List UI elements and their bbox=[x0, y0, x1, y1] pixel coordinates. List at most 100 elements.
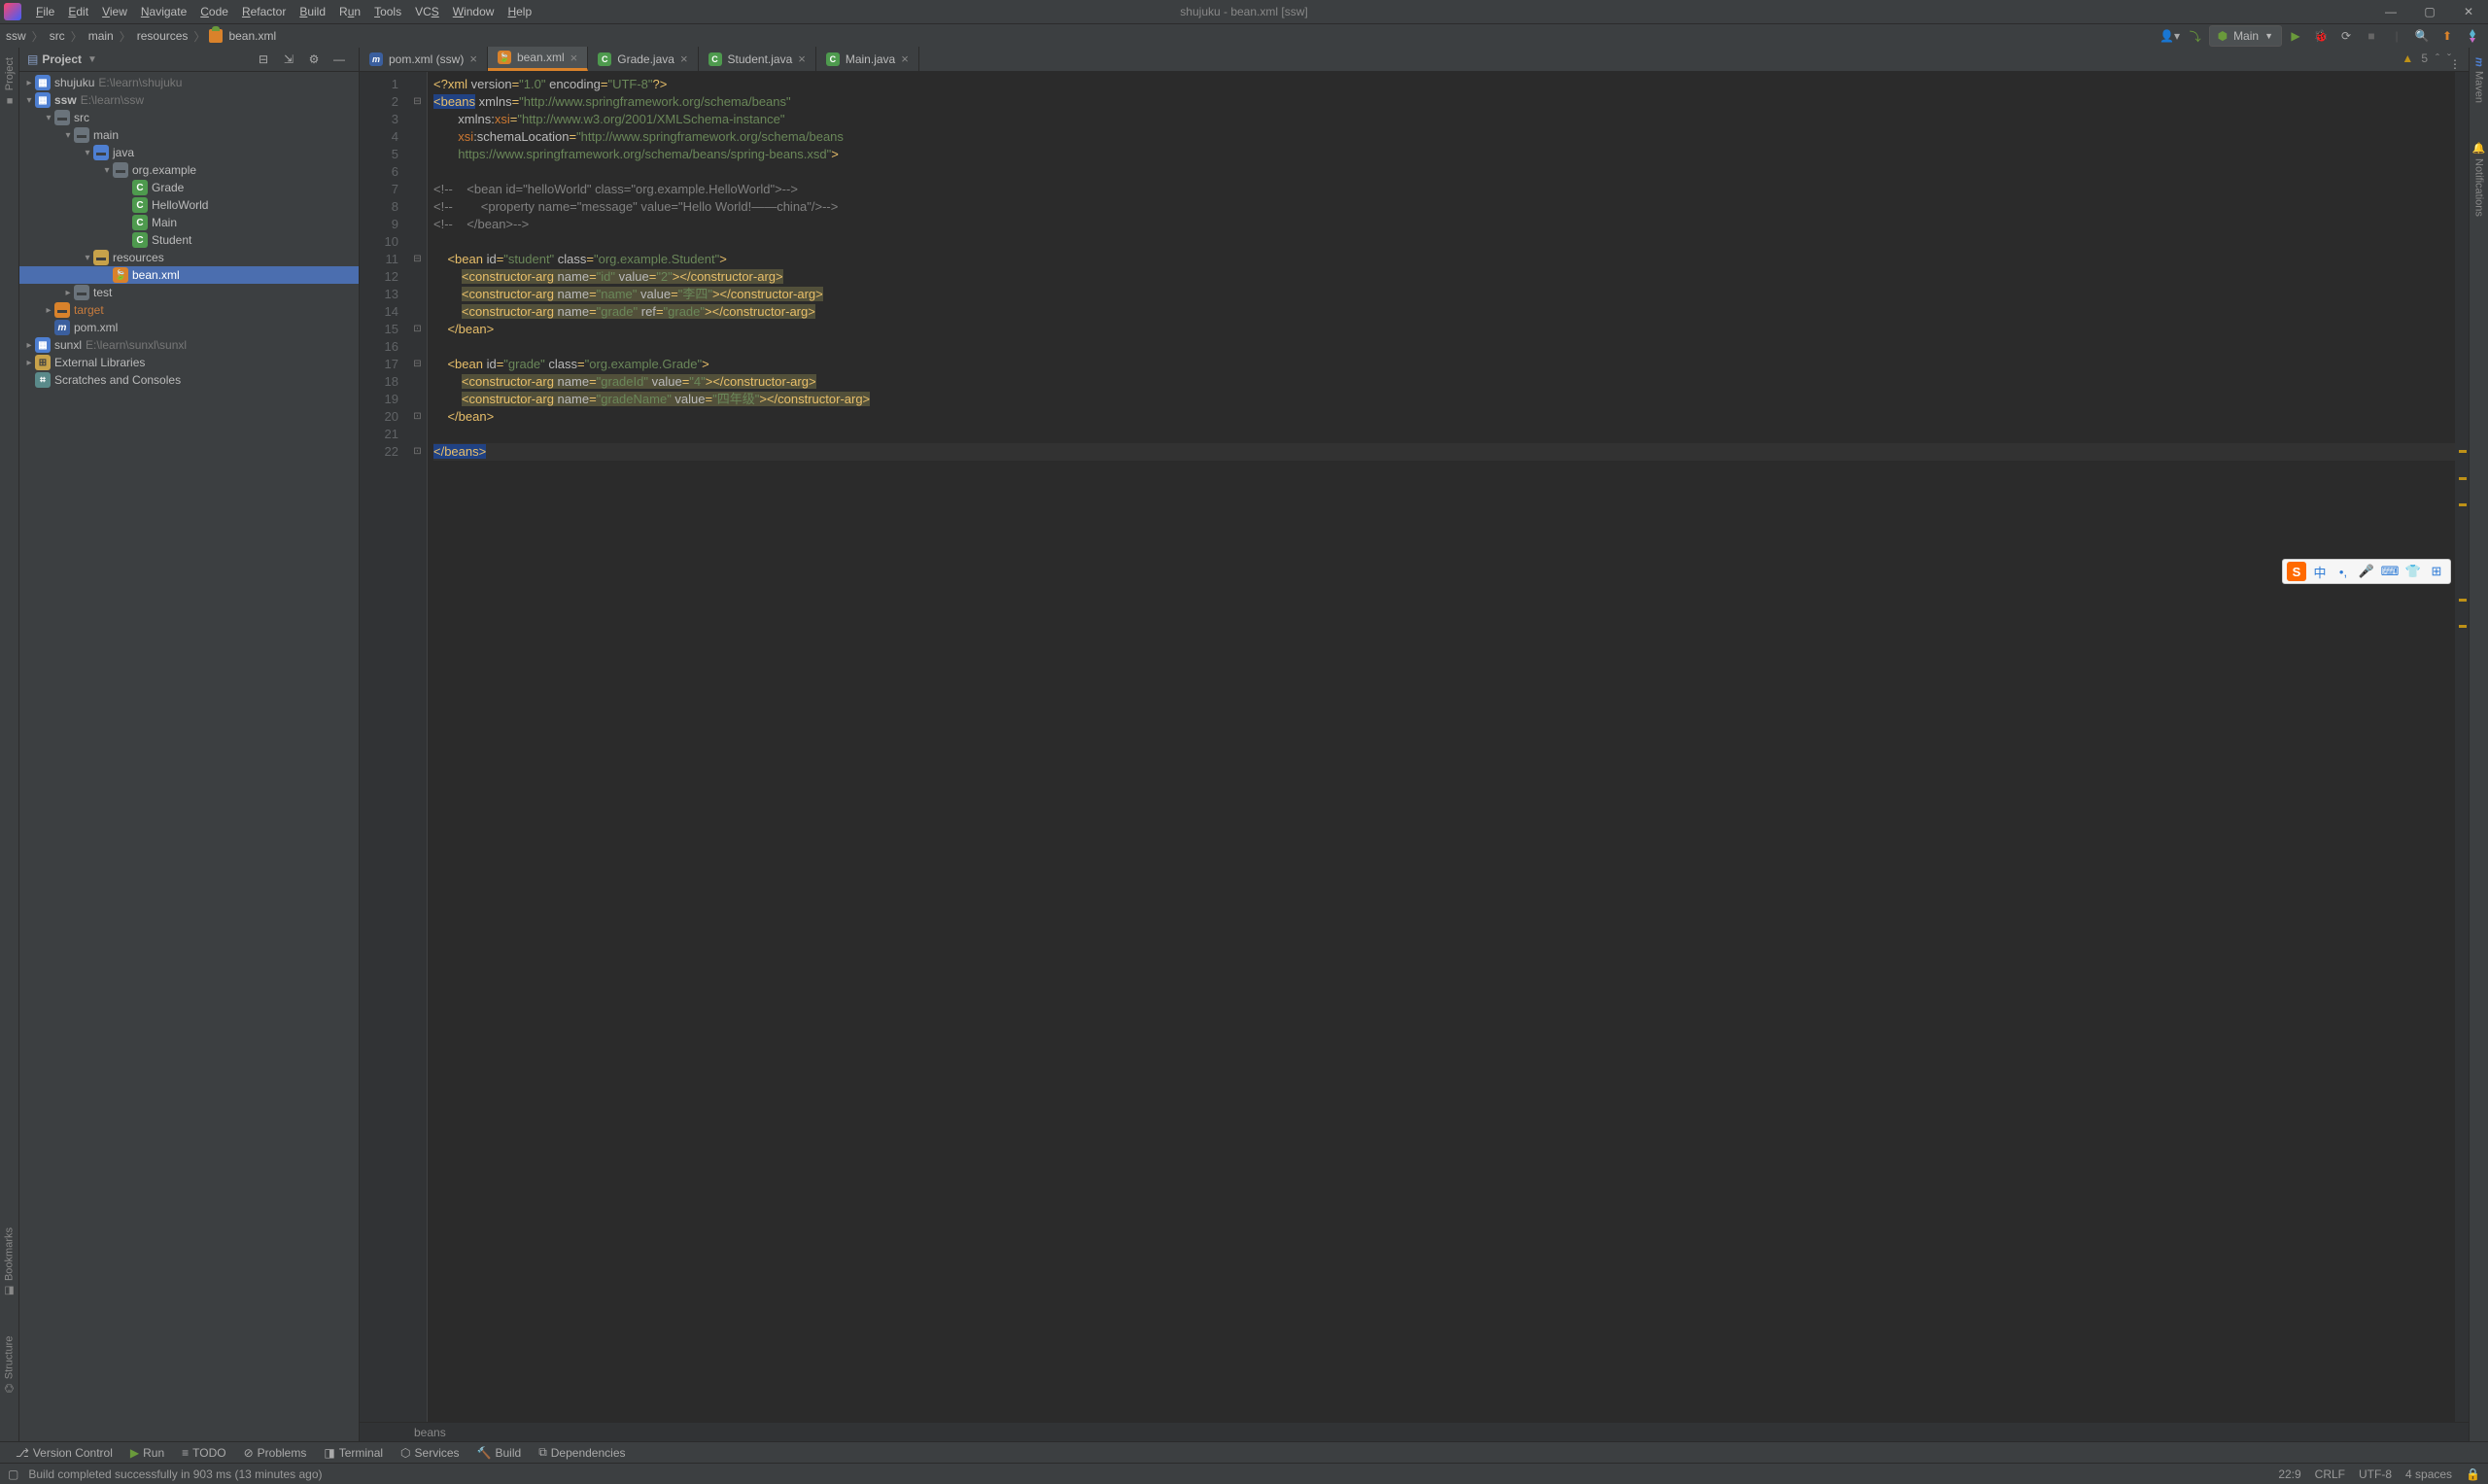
line-separator[interactable]: CRLF bbox=[2315, 1467, 2345, 1481]
minimize-icon[interactable]: — bbox=[2371, 5, 2410, 18]
ime-skin-icon[interactable]: 👕 bbox=[2403, 562, 2423, 581]
breadcrumb[interactable]: bean.xml bbox=[226, 29, 278, 43]
tree-file-pom[interactable]: mpom.xml bbox=[19, 319, 359, 336]
maximize-icon[interactable]: ▢ bbox=[2410, 5, 2449, 18]
line-number-gutter[interactable]: 12345678910111213141516171819202122 bbox=[360, 72, 408, 1422]
tool-problems[interactable]: ⊘Problems bbox=[236, 1446, 315, 1460]
ime-punct-icon[interactable]: •, bbox=[2333, 562, 2353, 581]
close-tab-icon[interactable]: × bbox=[469, 52, 477, 66]
error-stripe[interactable] bbox=[2455, 72, 2469, 1422]
chevron-down-icon[interactable]: ▼ bbox=[87, 54, 97, 65]
tree-external-libraries[interactable]: ▸⊞External Libraries bbox=[19, 354, 359, 371]
build-icon[interactable]: ⤵ bbox=[2184, 25, 2207, 47]
tool-maven-tab[interactable]: mMaven bbox=[2473, 57, 2485, 103]
tree-package[interactable]: ▾▬org.example bbox=[19, 161, 359, 179]
editor-tab-pom[interactable]: mpom.xml (ssw)× bbox=[360, 47, 488, 71]
tree-folder-src[interactable]: ▾▬src bbox=[19, 109, 359, 126]
file-encoding[interactable]: UTF-8 bbox=[2359, 1467, 2392, 1481]
editor-breadcrumb[interactable]: beans bbox=[360, 1422, 2469, 1441]
search-icon[interactable]: 🔍 bbox=[2410, 25, 2434, 47]
breadcrumb[interactable]: resources bbox=[135, 29, 190, 43]
menu-code[interactable]: Code bbox=[193, 5, 235, 18]
breadcrumb[interactable]: src bbox=[48, 29, 67, 43]
close-tab-icon[interactable]: × bbox=[901, 52, 909, 66]
settings-gear-icon[interactable]: ⚙ bbox=[302, 49, 326, 70]
select-opened-file-icon[interactable]: ⊟ bbox=[252, 49, 275, 70]
ime-toolbar[interactable]: S 中 •, 🎤 ⌨ 👕 ⊞ bbox=[2282, 559, 2451, 584]
tree-scratches[interactable]: ⌗Scratches and Consoles bbox=[19, 371, 359, 389]
close-tab-icon[interactable]: × bbox=[570, 51, 578, 65]
editor-tab-main[interactable]: CMain.java× bbox=[816, 47, 919, 71]
menu-navigate[interactable]: Navigate bbox=[134, 5, 193, 18]
tree-class-helloworld[interactable]: CHelloWorld bbox=[19, 196, 359, 214]
menu-view[interactable]: View bbox=[95, 5, 134, 18]
add-configuration-icon[interactable]: 👤▾ bbox=[2159, 25, 2182, 47]
tree-folder-target[interactable]: ▸▬target bbox=[19, 301, 359, 319]
menu-tools[interactable]: Tools bbox=[367, 5, 408, 18]
prev-highlight-icon[interactable]: ˆ bbox=[2436, 52, 2439, 65]
menu-edit[interactable]: Edit bbox=[61, 5, 95, 18]
close-tab-icon[interactable]: × bbox=[798, 52, 806, 66]
menu-refactor[interactable]: Refactor bbox=[235, 5, 293, 18]
tool-todo[interactable]: ≡TODO bbox=[174, 1446, 233, 1460]
tool-services[interactable]: ⬡Services bbox=[393, 1446, 467, 1460]
editor-tab-student[interactable]: CStudent.java× bbox=[699, 47, 816, 71]
tree-class-student[interactable]: CStudent bbox=[19, 231, 359, 249]
debug-button[interactable]: 🐞 bbox=[2309, 25, 2332, 47]
caret-position[interactable]: 22:9 bbox=[2278, 1467, 2300, 1481]
stop-button[interactable]: ■ bbox=[2360, 25, 2383, 47]
close-icon[interactable]: ✕ bbox=[2449, 5, 2488, 18]
menu-window[interactable]: Window bbox=[446, 5, 501, 18]
tool-build[interactable]: 🔨Build bbox=[469, 1446, 530, 1460]
tool-run[interactable]: ▶Run bbox=[122, 1446, 172, 1460]
tree-class-main[interactable]: CMain bbox=[19, 214, 359, 231]
tool-terminal[interactable]: ◨Terminal bbox=[316, 1446, 391, 1460]
tree-folder-main[interactable]: ▾▬main bbox=[19, 126, 359, 144]
tool-bookmarks-tab[interactable]: ◧Bookmarks bbox=[3, 1227, 16, 1297]
read-only-lock-icon[interactable]: 🔒 bbox=[2466, 1467, 2480, 1481]
tool-notifications-tab[interactable]: 🔔Notifications bbox=[2472, 142, 2485, 217]
project-panel-title[interactable]: Project bbox=[42, 52, 82, 66]
tool-version-control[interactable]: ⎇Version Control bbox=[8, 1446, 121, 1460]
coverage-button[interactable]: ⟳ bbox=[2334, 25, 2358, 47]
tree-module-shujuku[interactable]: ▸▦shujukuE:\learn\shujuku bbox=[19, 74, 359, 91]
tree-folder-test[interactable]: ▸▬test bbox=[19, 284, 359, 301]
tree-file-bean-xml[interactable]: 🍃bean.xml bbox=[19, 266, 359, 284]
next-highlight-icon[interactable]: ˇ bbox=[2447, 52, 2451, 65]
tool-structure-tab[interactable]: ⌬Structure bbox=[3, 1336, 16, 1393]
run-button[interactable]: ▶ bbox=[2284, 25, 2307, 47]
ime-voice-icon[interactable]: 🎤 bbox=[2357, 562, 2376, 581]
fold-gutter[interactable]: ⊟⊟⊡⊟⊡⊡ bbox=[408, 72, 428, 1422]
menu-run[interactable]: Run bbox=[332, 5, 367, 18]
tree-folder-resources[interactable]: ▾▬resources bbox=[19, 249, 359, 266]
expand-all-icon[interactable]: ⇲ bbox=[277, 49, 300, 70]
ime-lang-icon[interactable]: 中 bbox=[2310, 562, 2330, 581]
close-tab-icon[interactable]: × bbox=[680, 52, 688, 66]
menu-file[interactable]: File bbox=[29, 5, 61, 18]
code-editor[interactable]: 12345678910111213141516171819202122 ⊟⊟⊡⊟… bbox=[360, 72, 2469, 1422]
menu-build[interactable]: Build bbox=[293, 5, 332, 18]
tool-dependencies[interactable]: ⧉Dependencies bbox=[531, 1445, 633, 1460]
project-tree[interactable]: ▸▦shujukuE:\learn\shujuku ▾▦sswE:\learn\… bbox=[19, 72, 359, 1441]
ime-logo-icon[interactable]: S bbox=[2287, 562, 2306, 581]
tree-class-grade[interactable]: CGrade bbox=[19, 179, 359, 196]
tool-project-tab[interactable]: ■Project bbox=[4, 57, 16, 106]
editor-tab-grade[interactable]: CGrade.java× bbox=[588, 47, 698, 71]
editor-tab-bean[interactable]: 🍃bean.xml× bbox=[488, 47, 588, 71]
inspections-widget[interactable]: ▲5 ˆ ˇ bbox=[2402, 52, 2451, 65]
indent-info[interactable]: 4 spaces bbox=[2405, 1467, 2452, 1481]
hide-icon[interactable]: — bbox=[328, 49, 351, 70]
tree-module-sunxl[interactable]: ▸▦sunxlE:\learn\sunxl\sunxl bbox=[19, 336, 359, 354]
ide-update-icon[interactable]: ⬆ bbox=[2436, 25, 2459, 47]
ime-toolbox-icon[interactable]: ⊞ bbox=[2427, 562, 2446, 581]
tree-module-ssw[interactable]: ▾▦sswE:\learn\ssw bbox=[19, 91, 359, 109]
breadcrumb[interactable]: main bbox=[86, 29, 116, 43]
run-config-selector[interactable]: ⬢ Main ▼ bbox=[2209, 25, 2282, 47]
tree-folder-java[interactable]: ▾▬java bbox=[19, 144, 359, 161]
ide-settings-icon[interactable] bbox=[2461, 25, 2484, 47]
menu-help[interactable]: Help bbox=[501, 5, 538, 18]
menu-vcs[interactable]: VCS bbox=[408, 5, 446, 18]
tool-window-quick-access-icon[interactable]: ▢ bbox=[8, 1467, 18, 1481]
breadcrumb[interactable]: ssw bbox=[4, 29, 28, 43]
ime-keyboard-icon[interactable]: ⌨ bbox=[2380, 562, 2400, 581]
